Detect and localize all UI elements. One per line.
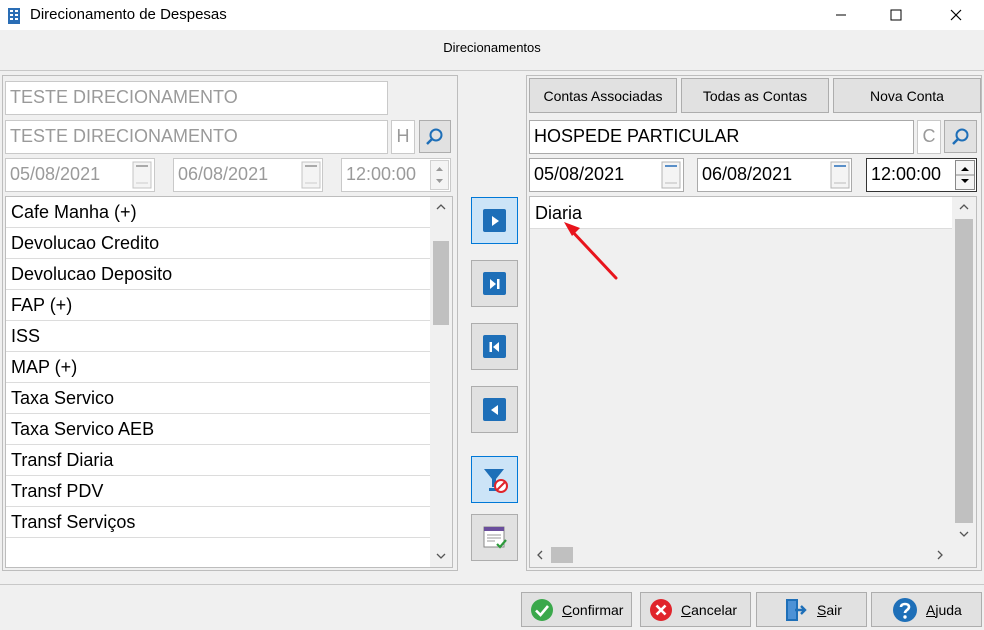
search-icon: [951, 128, 968, 145]
minimize-button[interactable]: [818, 0, 864, 30]
list-item[interactable]: Devolucao Credito: [6, 228, 430, 259]
page-title: Direcionamentos: [443, 40, 541, 55]
list-item[interactable]: Taxa Servico AEB: [6, 414, 430, 445]
move-all-left-button[interactable]: [471, 323, 518, 370]
maximize-button[interactable]: [873, 0, 919, 30]
left-account-list[interactable]: Cafe Manha (+) Devolucao Credito Devoluc…: [5, 196, 453, 568]
report-button[interactable]: [471, 514, 518, 561]
calendar-icon[interactable]: [301, 161, 321, 189]
left-list-body: Cafe Manha (+) Devolucao Credito Devoluc…: [6, 197, 430, 538]
exit-button[interactable]: Sair: [756, 592, 867, 627]
right-search-button[interactable]: [944, 120, 977, 153]
move-selected-right-button[interactable]: [471, 197, 518, 244]
confirm-label: Confirmar: [562, 601, 624, 618]
help-button[interactable]: Ajuda: [871, 592, 982, 627]
list-item[interactable]: ISS: [6, 321, 430, 352]
cancel-circle-icon: [650, 598, 672, 621]
help-icon: [893, 597, 917, 622]
chevron-right-icon[interactable]: [936, 550, 944, 560]
calendar-icon[interactable]: [661, 161, 681, 189]
list-item[interactable]: Cafe Manha (+): [6, 197, 430, 228]
new-account-button[interactable]: Nova Conta: [833, 78, 981, 113]
close-icon: [950, 9, 962, 21]
calendar-icon[interactable]: [830, 161, 850, 189]
window-title: Direcionamento de Despesas: [30, 6, 227, 23]
left-vertical-scrollbar[interactable]: [430, 197, 452, 567]
maximize-icon: [890, 9, 902, 21]
spinner-arrows-icon: [436, 167, 443, 183]
tab-all-accounts[interactable]: Todas as Contas: [681, 78, 829, 113]
exit-label: Sair: [817, 601, 842, 618]
skip-end-icon: [483, 272, 506, 295]
skip-start-icon: [483, 335, 506, 358]
chevron-up-icon[interactable]: [959, 203, 969, 211]
title-bar: Direcionamento de Despesas: [0, 0, 984, 30]
footer-divider: [0, 584, 984, 585]
chevron-down-icon[interactable]: [436, 552, 446, 560]
right-search-flag[interactable]: C: [917, 120, 941, 154]
list-item[interactable]: Transf Diaria: [6, 445, 430, 476]
scrollbar-thumb[interactable]: [551, 547, 573, 563]
help-label: Ajuda: [926, 601, 962, 618]
move-selected-left-button[interactable]: [471, 386, 518, 433]
right-time-spinner[interactable]: [955, 160, 975, 190]
right-search-input[interactable]: HOSPEDE PARTICULAR: [529, 120, 914, 154]
play-left-icon: [483, 398, 506, 421]
left-search-flag[interactable]: H: [391, 120, 415, 154]
list-item[interactable]: Transf PDV: [6, 476, 430, 507]
left-search-button[interactable]: [419, 120, 451, 153]
cancel-label: Cancelar: [681, 601, 738, 618]
left-search-input[interactable]: TESTE DIRECIONAMENTO: [5, 120, 388, 154]
chevron-left-icon[interactable]: [536, 550, 544, 560]
scrollbar-thumb[interactable]: [433, 241, 449, 325]
spinner-arrows-icon: [956, 167, 974, 183]
clear-filter-button[interactable]: [471, 456, 518, 503]
move-all-right-button[interactable]: [471, 260, 518, 307]
close-button[interactable]: [933, 0, 979, 30]
play-right-icon: [483, 209, 506, 232]
list-item[interactable]: Taxa Servico: [6, 383, 430, 414]
filter-remove-icon: [483, 468, 508, 493]
tab-associated-accounts[interactable]: Contas Associadas: [529, 78, 677, 113]
minimize-icon: [836, 14, 846, 16]
list-item[interactable]: FAP (+): [6, 290, 430, 321]
list-item[interactable]: Devolucao Deposito: [6, 259, 430, 290]
annotation-arrow-icon: [564, 222, 618, 280]
check-circle-icon: [531, 598, 553, 621]
direction-name-field[interactable]: TESTE DIRECIONAMENTO: [5, 81, 388, 115]
calendar-icon[interactable]: [132, 161, 152, 189]
list-item[interactable]: MAP (+): [6, 352, 430, 383]
list-item[interactable]: Transf Serviços: [6, 507, 430, 538]
scrollbar-thumb[interactable]: [955, 219, 973, 523]
right-horizontal-scrollbar[interactable]: [530, 543, 976, 567]
cancel-button[interactable]: Cancelar: [640, 592, 751, 627]
report-check-icon: [483, 526, 507, 549]
header-divider: [0, 70, 984, 71]
right-date-to[interactable]: 06/08/2021: [697, 158, 852, 192]
chevron-down-icon[interactable]: [959, 530, 969, 538]
exit-door-icon: [786, 598, 807, 621]
chevron-up-icon[interactable]: [436, 203, 446, 211]
confirm-button[interactable]: Confirmar: [521, 592, 632, 627]
search-icon: [426, 128, 443, 145]
right-vertical-scrollbar[interactable]: [952, 197, 976, 543]
building-icon: [8, 8, 20, 24]
left-time-spinner[interactable]: [430, 160, 449, 190]
